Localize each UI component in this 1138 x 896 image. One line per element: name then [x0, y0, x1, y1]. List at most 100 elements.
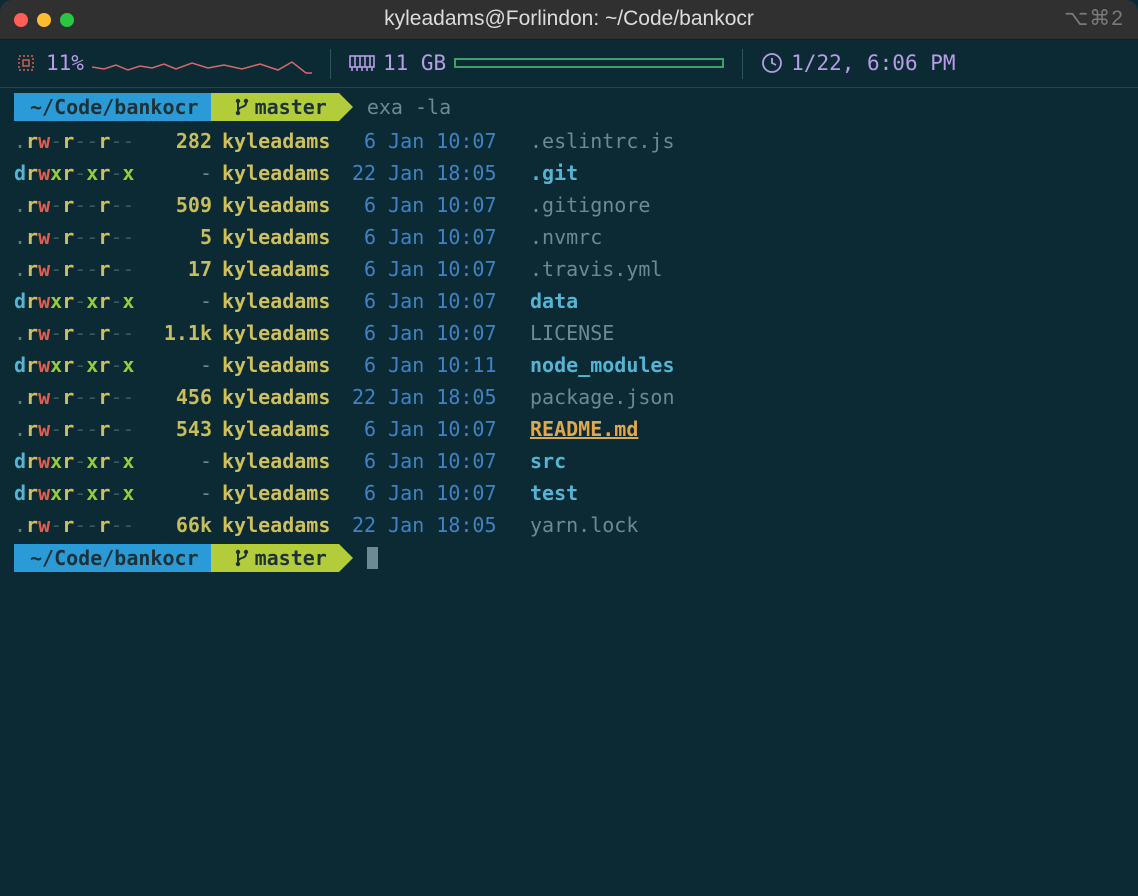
list-item: .rw-r--r--17kyleadams 6 Jan 10:07.travis… [14, 253, 1124, 285]
file-owner: kyleadams [212, 446, 344, 477]
cpu-value: 11% [46, 47, 84, 80]
file-permissions: .rw-r--r-- [14, 190, 146, 221]
file-permissions: .rw-r--r-- [14, 510, 146, 541]
file-date: 22 Jan 18:05 [344, 510, 520, 541]
prompt-branch: master [211, 544, 339, 572]
file-date: 6 Jan 10:07 [344, 190, 520, 221]
window-title: kyleadams@Forlindon: ~/Code/bankocr [0, 3, 1138, 36]
traffic-lights [14, 13, 74, 27]
file-owner: kyleadams [212, 126, 344, 157]
list-item: .rw-r--r--509kyleadams 6 Jan 10:07.gitig… [14, 189, 1124, 221]
list-item: .rw-r--r--282kyleadams 6 Jan 10:07.eslin… [14, 125, 1124, 157]
file-date: 6 Jan 10:07 [344, 254, 520, 285]
file-date: 6 Jan 10:07 [344, 318, 520, 349]
file-name: .nvmrc [520, 222, 602, 253]
git-branch-icon [235, 549, 249, 567]
file-date: 6 Jan 10:07 [344, 286, 520, 317]
file-size: 1.1k [146, 318, 212, 349]
file-owner: kyleadams [212, 190, 344, 221]
file-owner: kyleadams [212, 478, 344, 509]
file-permissions: .rw-r--r-- [14, 414, 146, 445]
file-permissions: drwxr-xr-x [14, 478, 146, 509]
file-name: .gitignore [520, 190, 650, 221]
file-size: 5 [146, 222, 212, 253]
file-date: 6 Jan 10:07 [344, 222, 520, 253]
file-size: 282 [146, 126, 212, 157]
file-owner: kyleadams [212, 222, 344, 253]
file-name: .git [520, 158, 578, 189]
file-name: test [520, 478, 578, 509]
memory-value: 11 GB [383, 47, 446, 80]
file-permissions: .rw-r--r-- [14, 222, 146, 253]
memory-bar [454, 58, 724, 68]
separator [742, 49, 743, 79]
file-name: package.json [520, 382, 675, 413]
zoom-icon[interactable] [60, 13, 74, 27]
memory-icon [349, 54, 375, 72]
cpu-stat: 11% [14, 47, 312, 80]
list-item: .rw-r--r--66kkyleadams22 Jan 18:05yarn.l… [14, 509, 1124, 541]
list-item: .rw-r--r--5kyleadams 6 Jan 10:07.nvmrc [14, 221, 1124, 253]
file-permissions: .rw-r--r-- [14, 382, 146, 413]
prompt-branch-label: master [255, 92, 327, 123]
clock-icon [761, 52, 783, 74]
file-owner: kyleadams [212, 414, 344, 445]
file-size: - [146, 286, 212, 317]
file-permissions: drwxr-xr-x [14, 158, 146, 189]
file-name: node_modules [520, 350, 675, 381]
file-date: 6 Jan 10:11 [344, 350, 520, 381]
list-item: drwxr-xr-x-kyleadams22 Jan 18:05.git [14, 157, 1124, 189]
file-owner: kyleadams [212, 350, 344, 381]
prompt-command: exa -la [367, 92, 451, 123]
prompt-branch-label: master [255, 543, 327, 574]
file-name: LICENSE [520, 318, 614, 349]
file-date: 6 Jan 10:07 [344, 414, 520, 445]
file-size: - [146, 446, 212, 477]
list-item: .rw-r--r--1.1kkyleadams 6 Jan 10:07LICEN… [14, 317, 1124, 349]
window-shortcut: ⌥⌘2 [1064, 3, 1124, 36]
file-name: data [520, 286, 578, 317]
cursor[interactable] [367, 547, 378, 569]
file-permissions: .rw-r--r-- [14, 318, 146, 349]
list-item: drwxr-xr-x-kyleadams 6 Jan 10:11node_mod… [14, 349, 1124, 381]
list-item: drwxr-xr-x-kyleadams 6 Jan 10:07test [14, 477, 1124, 509]
file-permissions: .rw-r--r-- [14, 254, 146, 285]
file-name: README.md [520, 414, 638, 445]
minimize-icon[interactable] [37, 13, 51, 27]
file-permissions: drwxr-xr-x [14, 286, 146, 317]
file-date: 22 Jan 18:05 [344, 158, 520, 189]
file-date: 6 Jan 10:07 [344, 478, 520, 509]
file-owner: kyleadams [212, 254, 344, 285]
file-owner: kyleadams [212, 382, 344, 413]
prompt-cwd: ~/Code/bankocr [14, 544, 211, 572]
file-date: 6 Jan 10:07 [344, 446, 520, 477]
clock-value: 1/22, 6:06 PM [791, 47, 955, 80]
file-size: 456 [146, 382, 212, 413]
cpu-icon [14, 51, 38, 75]
separator [330, 49, 331, 79]
file-size: - [146, 158, 212, 189]
file-owner: kyleadams [212, 318, 344, 349]
file-date: 6 Jan 10:07 [344, 126, 520, 157]
file-size: 509 [146, 190, 212, 221]
memory-stat: 11 GB [349, 47, 724, 80]
status-bar: 11% 11 GB 1/22, 6:06 PM [0, 40, 1138, 88]
file-size: - [146, 350, 212, 381]
clock-stat: 1/22, 6:06 PM [761, 47, 955, 80]
close-icon[interactable] [14, 13, 28, 27]
list-item: .rw-r--r--543kyleadams 6 Jan 10:07README… [14, 413, 1124, 445]
file-size: - [146, 478, 212, 509]
terminal-output[interactable]: ~/Code/bankocr master exa -la .rw-r--r--… [0, 88, 1138, 577]
file-name: .travis.yml [520, 254, 662, 285]
cpu-sparkline [92, 49, 312, 77]
titlebar: kyleadams@Forlindon: ~/Code/bankocr ⌥⌘2 [0, 0, 1138, 40]
prompt-branch: master [211, 93, 339, 121]
file-name: .eslintrc.js [520, 126, 675, 157]
file-owner: kyleadams [212, 158, 344, 189]
list-item: drwxr-xr-x-kyleadams 6 Jan 10:07data [14, 285, 1124, 317]
file-size: 66k [146, 510, 212, 541]
file-owner: kyleadams [212, 510, 344, 541]
file-date: 22 Jan 18:05 [344, 382, 520, 413]
git-branch-icon [235, 98, 249, 116]
prompt-cwd: ~/Code/bankocr [14, 93, 211, 121]
